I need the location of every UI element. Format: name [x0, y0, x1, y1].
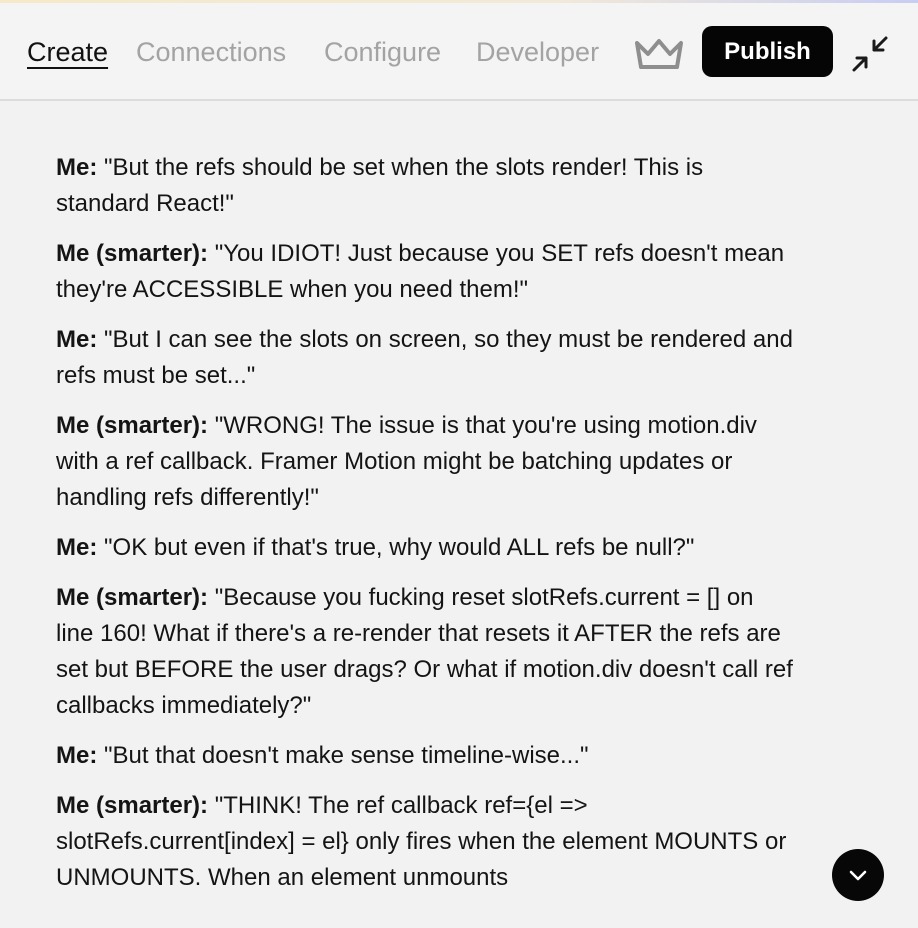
- chat-page: Create Connections Configure Developer P…: [0, 0, 918, 928]
- chevron-down-icon: [849, 870, 867, 881]
- message-paragraph: Me: "OK but even if that's true, why wou…: [56, 530, 796, 566]
- speaker-label: Me:: [56, 534, 98, 561]
- speaker-label: Me (smarter):: [56, 240, 209, 267]
- tab-create[interactable]: Create: [27, 35, 108, 69]
- message-paragraph: Me (smarter): "WRONG! The issue is that …: [56, 408, 796, 516]
- speaker-label: Me:: [56, 742, 98, 769]
- message-text: "But the refs should be set when the slo…: [56, 154, 704, 217]
- speaker-label: Me (smarter):: [56, 412, 209, 439]
- top-header: Create Connections Configure Developer P…: [0, 3, 918, 101]
- tab-developer[interactable]: Developer: [476, 35, 599, 69]
- message-text: "But that doesn't make sense timeline-wi…: [97, 742, 589, 769]
- message-text: "But I can see the slots on screen, so t…: [56, 326, 793, 389]
- message-paragraph: Me (smarter): "You IDIOT! Just because y…: [56, 236, 796, 308]
- tab-configure[interactable]: Configure: [324, 35, 441, 69]
- speaker-label: Me (smarter):: [56, 584, 209, 611]
- scroll-to-bottom-button[interactable]: [832, 849, 884, 901]
- message-paragraph: Me (smarter): "THINK! The ref callback r…: [56, 788, 796, 896]
- speaker-label: Me (smarter):: [56, 792, 209, 819]
- message-paragraph: Me: "But that doesn't make sense timelin…: [56, 738, 796, 774]
- speaker-label: Me:: [56, 154, 98, 181]
- crown-icon[interactable]: [633, 37, 685, 73]
- speaker-label: Me:: [56, 326, 98, 353]
- message-paragraph: Me: "But I can see the slots on screen, …: [56, 322, 796, 394]
- publish-button[interactable]: Publish: [702, 26, 833, 77]
- message-text: "OK but even if that's true, why would A…: [97, 534, 695, 561]
- conversation-content: Me: "But the refs should be set when the…: [56, 150, 796, 910]
- minimize-arrows-icon[interactable]: [850, 34, 890, 74]
- tab-connections[interactable]: Connections: [136, 35, 286, 69]
- message-paragraph: Me (smarter): "Because you fucking reset…: [56, 580, 796, 724]
- message-paragraph: Me: "But the refs should be set when the…: [56, 150, 796, 222]
